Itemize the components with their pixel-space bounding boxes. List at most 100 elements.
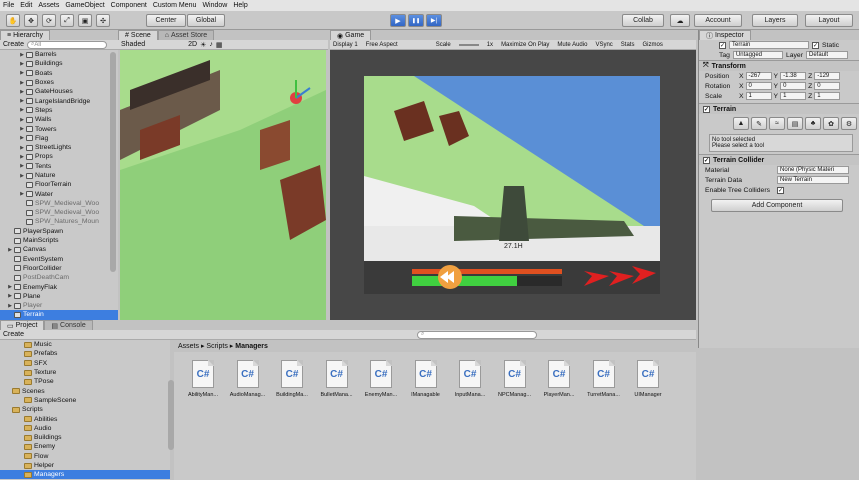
tab-asset-store[interactable]: ⌂ Asset Store [157, 30, 215, 40]
expand-arrow-icon[interactable]: ▶ [18, 126, 26, 132]
project-create-button[interactable]: Create [3, 331, 24, 338]
hierarchy-item[interactable]: ▶ Props [0, 152, 118, 161]
folder-item[interactable]: Buildings [0, 433, 170, 442]
active-checkbox[interactable]: ✓ [719, 41, 726, 49]
raise-terrain-button[interactable]: ▲ [733, 117, 749, 130]
scale-tool-button[interactable]: ⤢ [60, 14, 74, 27]
account-dropdown[interactable]: Account [694, 14, 742, 27]
hierarchy-item[interactable]: MainScripts [0, 236, 118, 245]
hierarchy-item[interactable]: SPW_Medieval_Woo [0, 208, 118, 217]
hierarchy-item[interactable]: Terrain [0, 310, 118, 320]
rotate-tool-button[interactable]: ⟳ [42, 14, 56, 27]
expand-arrow-icon[interactable]: ▶ [6, 293, 14, 299]
display-dropdown[interactable]: Display 1 [333, 42, 358, 48]
expand-arrow-icon[interactable]: ▶ [18, 89, 26, 95]
script-asset[interactable]: C# BuildingMa... [273, 360, 311, 398]
effects-icon[interactable]: ▦ [216, 41, 223, 49]
folder-item[interactable]: Enemy [0, 442, 170, 451]
gizmos-dropdown[interactable]: Gizmos [642, 42, 662, 48]
hierarchy-item[interactable]: ▶ Buildings [0, 59, 118, 68]
expand-arrow-icon[interactable]: ▶ [18, 191, 26, 197]
hierarchy-item[interactable]: ▶ LargeIslandBridge [0, 96, 118, 105]
create-button[interactable]: Create [3, 41, 24, 48]
hierarchy-item[interactable]: ▶ Steps [0, 106, 118, 115]
menu-item-window[interactable]: Window [202, 2, 227, 9]
scale-x-field[interactable]: 1 [745, 92, 772, 100]
transform-tool-button[interactable]: ✣ [96, 14, 110, 27]
enable-trees-checkbox[interactable]: ✓ [777, 186, 784, 194]
terrain-settings-button[interactable]: ⚙ [841, 117, 857, 130]
hand-tool-button[interactable]: ✋ [6, 14, 20, 27]
script-asset[interactable]: C# EnemyMan... [362, 360, 400, 398]
menu-item-assets[interactable]: Assets [38, 2, 59, 9]
smooth-height-button[interactable]: ≈ [769, 117, 785, 130]
hierarchy-item[interactable]: ▶ Walls [0, 115, 118, 124]
static-checkbox[interactable]: ✓ [812, 41, 819, 49]
script-asset[interactable]: C# AudioManag... [229, 360, 267, 398]
script-asset[interactable]: C# UIManager [629, 360, 667, 398]
terrain-enabled-checkbox[interactable]: ✓ [703, 105, 710, 113]
folder-item[interactable]: Flow [0, 452, 170, 461]
rotation-z-field[interactable]: 0 [814, 82, 841, 90]
hierarchy-item[interactable]: ▶ GateHouses [0, 87, 118, 96]
hierarchy-item[interactable]: ▶ Flag [0, 134, 118, 143]
tab-hierarchy[interactable]: ≡ Hierarchy [0, 30, 51, 40]
project-search-input[interactable]: ⌕ [417, 330, 538, 339]
menu-item-edit[interactable]: Edit [20, 2, 32, 9]
position-x-field[interactable]: -267 [745, 72, 772, 80]
hierarchy-item[interactable]: ▶ StreetLights [0, 143, 118, 152]
script-asset[interactable]: C# PlayerMan... [540, 360, 578, 398]
script-asset[interactable]: C# AbilityMan... [184, 360, 222, 398]
rotation-y-field[interactable]: 0 [780, 82, 807, 90]
mode-2d-toggle[interactable]: 2D [188, 41, 197, 48]
position-y-field[interactable]: -1.38 [780, 72, 807, 80]
expand-arrow-icon[interactable]: ▶ [18, 145, 26, 151]
layout-dropdown[interactable]: Layout [805, 14, 853, 27]
hierarchy-item[interactable]: ▶ Tents [0, 162, 118, 171]
pivot-global-button[interactable]: Global [187, 14, 225, 27]
hierarchy-item[interactable]: PlayerSpawn [0, 227, 118, 236]
breadcrumb-item[interactable]: Scripts [206, 343, 227, 350]
script-asset[interactable]: C# InputMana... [451, 360, 489, 398]
folder-item[interactable]: Scripts [0, 405, 170, 414]
scale-y-field[interactable]: 1 [780, 92, 807, 100]
vsync-toggle[interactable]: VSync [595, 42, 612, 48]
hierarchy-item[interactable]: ▶ Boxes [0, 78, 118, 87]
hierarchy-item[interactable]: ▶ Player [0, 301, 118, 310]
expand-arrow-icon[interactable]: ▶ [6, 303, 14, 309]
expand-arrow-icon[interactable]: ▶ [18, 98, 26, 104]
object-name-field[interactable]: Terrain [729, 41, 809, 49]
tab-inspector[interactable]: ⓘ Inspector [699, 30, 751, 40]
terrain-collider-header[interactable]: ✓ Terrain Collider [699, 154, 859, 165]
light-icon[interactable]: ☀ [200, 41, 206, 49]
terrain-data-field[interactable]: New Terrain [777, 176, 849, 184]
expand-arrow-icon[interactable]: ▶ [18, 135, 26, 141]
hierarchy-item[interactable]: PostDeathCam [0, 273, 118, 282]
hierarchy-item[interactable]: ▶ Boats [0, 69, 118, 78]
script-asset[interactable]: C# BulletMana... [318, 360, 356, 398]
terrain-header[interactable]: ✓ Terrain [699, 103, 859, 114]
paint-height-button[interactable]: ✎ [751, 117, 767, 130]
tab-console[interactable]: ▤ Console [44, 320, 93, 330]
hierarchy-item[interactable]: ▶ Plane [0, 292, 118, 301]
folder-item[interactable]: Music [0, 340, 170, 349]
menu-item-help[interactable]: Help [233, 2, 247, 9]
breadcrumb-item[interactable]: Assets [178, 343, 199, 350]
folder-item[interactable]: SFX [0, 359, 170, 368]
hierarchy-item[interactable]: ▶ Nature [0, 171, 118, 180]
collab-button[interactable]: Collab [622, 14, 664, 27]
game-viewport[interactable]: 27.1H [364, 76, 660, 294]
hierarchy-item[interactable]: ▶ Barrels [0, 50, 118, 59]
hierarchy-search-input[interactable]: ⌕ All [27, 40, 108, 49]
hierarchy-item[interactable]: SPW_Natures_Moun [0, 217, 118, 226]
aspect-dropdown[interactable]: Free Aspect [366, 42, 398, 48]
add-component-button[interactable]: Add Component [711, 199, 843, 212]
place-trees-button[interactable]: ♣ [805, 117, 821, 130]
script-asset[interactable]: C# TurretMana... [585, 360, 623, 398]
material-field[interactable]: None (Physic Materi [777, 166, 849, 174]
layer-dropdown[interactable]: Default [805, 51, 848, 59]
script-asset[interactable]: C# IManagable [407, 360, 445, 398]
hierarchy-item[interactable]: ▶ EnemyFlak [0, 282, 118, 291]
stats-toggle[interactable]: Stats [621, 42, 635, 48]
rotation-x-field[interactable]: 0 [745, 82, 772, 90]
